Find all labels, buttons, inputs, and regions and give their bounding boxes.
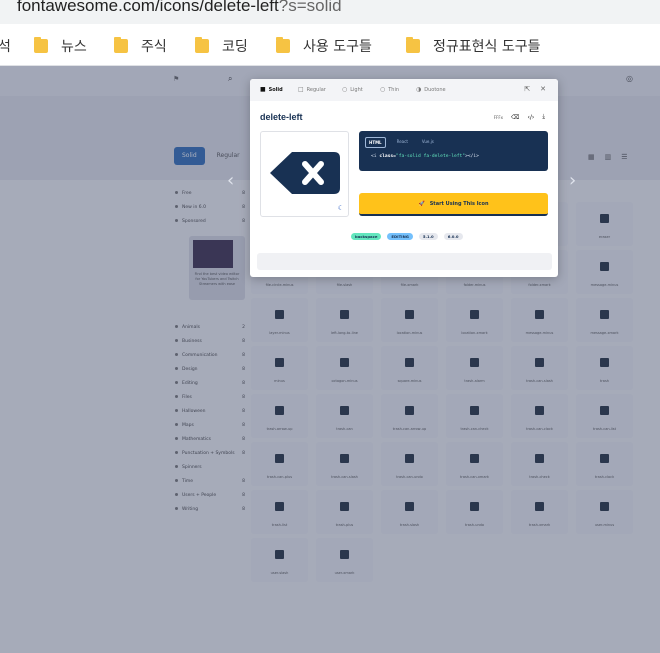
solid-icon: ■ [260,86,266,93]
code-snippet[interactable]: <i class="fa-solid fa-delete-left"></i> [371,154,479,159]
icon-detail-modal: ■ Solid □ Regular ○ Light ○ Thin ◑ Duoto… [250,79,558,277]
tab-solid[interactable]: ■ Solid [260,86,283,93]
tab-label: Thin [388,86,400,93]
previous-arrow-icon[interactable]: ‹ [227,170,234,191]
bookmark-label: 사용 도구들 [303,39,372,55]
modal-actions: ⇱ ✕ [524,85,546,93]
bookmark-folder-news[interactable]: 뉴스 [34,36,87,56]
bookmark-label: 석 [0,39,11,55]
address-bar[interactable]: fontawesome.com/icons/delete-left?s=soli… [0,0,660,24]
regular-icon: □ [298,86,304,93]
code-tab-html[interactable]: HTML [365,137,386,148]
tab-light[interactable]: ○ Light [342,86,363,93]
tag-badge[interactable]: 5.1.0 [418,233,438,240]
folder-icon [114,37,128,53]
tab-label: Solid [268,86,283,93]
tab-label: Duotone [424,86,446,93]
modal-footer-panel [257,253,552,270]
icon-preview: ☾ [260,131,349,217]
duotone-icon: ◑ [416,86,422,93]
light-icon: ○ [342,86,348,93]
url-query: ?s=solid [278,0,342,15]
code-tabs: HTML React Vue.js [365,137,437,148]
tools-label[interactable]: FFFx [494,115,503,120]
bookmark-label: 뉴스 [61,39,87,55]
code-snippet-box: HTML React Vue.js <i class="fa-solid fa-… [359,131,548,171]
folder-icon [195,37,209,53]
tab-label: Light [350,86,363,93]
folder-icon [406,37,420,53]
tag-badge[interactable]: 6.0.0 [443,233,463,240]
code-close: ></i> [465,154,479,159]
code-tab-react[interactable]: React [394,137,411,148]
bookmark-folder-tools[interactable]: 사용 도구들 [276,36,372,56]
bookmark-folder-coding[interactable]: 코딩 [195,36,248,56]
tag-badge[interactable]: EDITING [387,233,413,240]
download-icon[interactable]: ⤓ [542,113,545,121]
tab-duotone[interactable]: ◑ Duotone [416,86,446,93]
thin-icon: ○ [380,86,386,93]
start-using-button[interactable]: 🚀 Start Using This Icon [359,193,548,216]
tag-badge[interactable]: backspace [351,233,382,240]
folder-icon [276,37,290,53]
code-attr: class= [379,154,396,159]
next-arrow-icon[interactable]: › [569,170,576,191]
code-value: "fa-solid fa-delete-left" [395,154,466,159]
moon-icon[interactable]: ☾ [338,204,344,212]
bookmark-folder-regex-tools[interactable]: 정규표현식 도구들 [406,36,541,56]
copy-glyph-icon[interactable]: ⌫ [511,114,519,121]
bookmark-item[interactable]: 석 [0,36,11,56]
tab-thin[interactable]: ○ Thin [380,86,399,93]
icon-tools: FFFx ⌫ ‹/› ⤓ [494,113,545,121]
code-icon[interactable]: ‹/› [528,114,535,121]
tab-regular[interactable]: □ Regular [298,86,326,93]
style-tabs: ■ Solid □ Regular ○ Light ○ Thin ◑ Duoto… [250,79,558,101]
bookmarks-bar: 석 뉴스 주식 코딩 사용 도구들 정규표현식 도구들 [0,24,660,66]
url-host-path: fontawesome.com/icons/delete-left [17,0,279,15]
code-tab-vue[interactable]: Vue.js [419,137,437,148]
close-icon[interactable]: ✕ [540,85,546,93]
icon-name: delete-left [260,112,303,122]
folder-icon [34,37,48,53]
expand-icon[interactable]: ⇱ [524,85,530,93]
bookmark-folder-stocks[interactable]: 주식 [114,36,167,56]
bookmark-label: 코딩 [222,39,248,55]
rocket-icon: 🚀 [418,200,425,207]
url-text[interactable]: fontawesome.com/icons/delete-left?s=soli… [17,0,342,16]
bookmark-label: 정규표현식 도구들 [433,39,541,55]
start-using-label: Start Using This Icon [429,200,489,207]
icon-tags: backspace EDITING 5.1.0 6.0.0 [351,233,463,240]
tab-label: Regular [306,86,326,93]
delete-left-icon [270,152,340,194]
bookmark-label: 주식 [141,39,167,55]
